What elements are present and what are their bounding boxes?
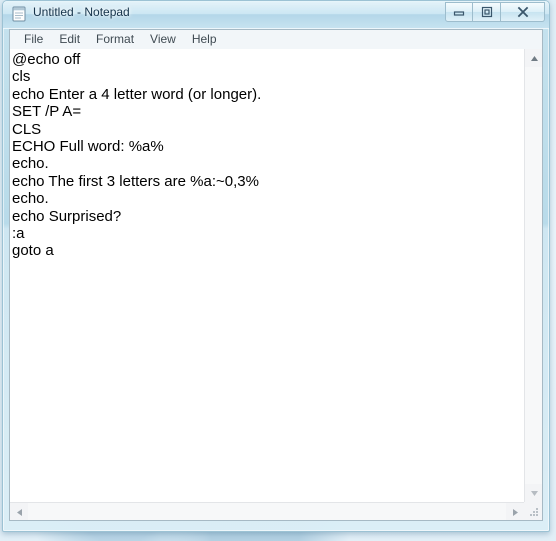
horizontal-scrollbar-track[interactable] [28,503,506,520]
scroll-down-button[interactable] [525,484,542,502]
notepad-window: Untitled - Notepad File Edit Format View… [2,0,550,532]
editor-line: cls [12,68,31,86]
notepad-icon [11,6,27,22]
window-controls [445,2,545,22]
scroll-up-arrow-icon [530,55,538,61]
editor-line: goto a [12,242,54,260]
menubar: File Edit Format View Help [9,29,543,49]
scroll-left-arrow-icon [16,508,22,516]
close-button[interactable] [501,2,545,22]
horizontal-scrollbar[interactable] [10,502,524,520]
editor-client-area: @echo off cls echo Enter a 4 letter word… [9,49,543,521]
window-title: Untitled - Notepad [33,5,130,19]
text-editor[interactable]: @echo off cls echo Enter a 4 letter word… [10,49,524,502]
resize-grip[interactable] [524,502,542,520]
editor-line: ECHO Full word: %a% [12,137,164,155]
editor-line: echo The first 3 letters are %a:~0,3% [12,172,259,190]
editor-line: echo. [12,190,49,208]
editor-line: @echo off [12,51,81,68]
menu-item-file[interactable]: File [16,31,51,48]
vertical-scrollbar-track[interactable] [525,67,542,484]
minimize-icon [453,11,465,16]
editor-line: echo. [12,155,49,173]
resize-grip-icon [530,508,538,516]
scroll-right-arrow-icon [512,508,518,516]
editor-line: echo Surprised? [12,207,122,225]
maximize-button[interactable] [473,2,501,22]
minimize-button[interactable] [445,2,473,22]
restore-icon [481,6,492,18]
editor-line: CLS [12,120,42,138]
editor-line: SET /P A= [12,103,82,121]
scroll-right-button[interactable] [506,503,524,520]
vertical-scrollbar[interactable] [524,49,542,502]
menu-item-format[interactable]: Format [88,31,142,48]
menu-item-view[interactable]: View [142,31,184,48]
scroll-down-arrow-icon [530,490,538,496]
scroll-up-button[interactable] [525,49,542,67]
menu-item-help[interactable]: Help [184,31,225,48]
window-titlebar[interactable]: Untitled - Notepad [3,1,549,29]
menu-item-edit[interactable]: Edit [51,31,88,48]
close-icon [517,6,528,18]
scroll-left-button[interactable] [10,503,28,520]
editor-line: echo Enter a 4 letter word (or longer). [12,85,262,103]
editor-line: :a [12,224,25,242]
